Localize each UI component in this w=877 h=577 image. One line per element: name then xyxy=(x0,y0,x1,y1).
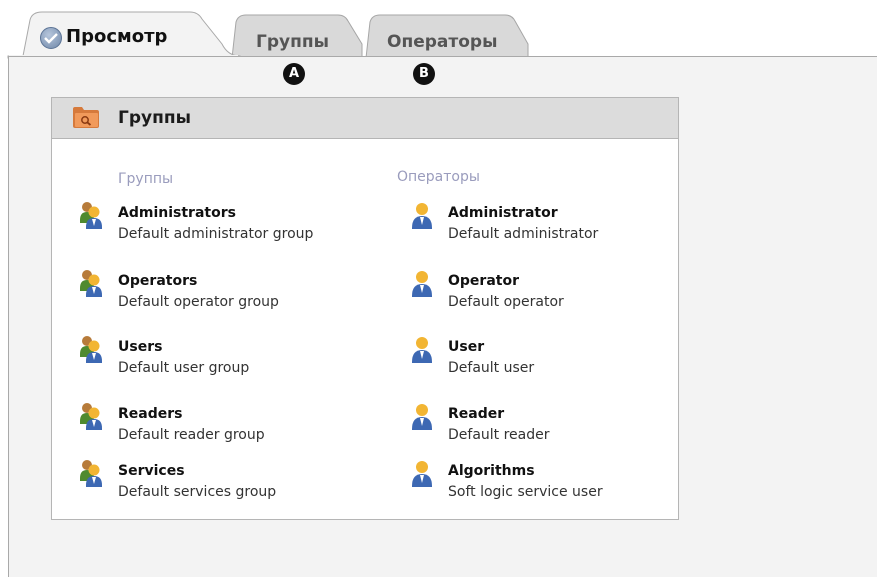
group-description: Default reader group xyxy=(118,427,265,443)
operator-description: Default operator xyxy=(448,294,564,310)
operator-description: Default reader xyxy=(448,427,550,443)
operator-name: Administrator xyxy=(448,205,558,221)
group-item[interactable]: Operators Default operator group xyxy=(78,268,338,316)
tab-groups-label: Группы xyxy=(256,32,329,52)
user-icon xyxy=(408,200,436,234)
operator-item[interactable]: Administrator Default administrator xyxy=(408,200,668,248)
group-description: Default administrator group xyxy=(118,226,314,242)
callout-badge-a: A xyxy=(283,63,305,85)
user-group-icon xyxy=(78,200,106,234)
group-item[interactable]: Readers Default reader group xyxy=(78,401,338,449)
user-icon xyxy=(408,401,436,435)
group-item[interactable]: Users Default user group xyxy=(78,334,338,382)
tab-operators-label: Операторы xyxy=(387,32,498,52)
user-group-icon xyxy=(78,334,106,368)
user-icon xyxy=(408,334,436,368)
tab-strip: Просмотр Группы Операторы xyxy=(0,0,877,59)
operator-item[interactable]: User Default user xyxy=(408,334,668,382)
group-name: Services xyxy=(118,463,185,479)
groups-column-header: Группы xyxy=(118,171,174,187)
panel-title: Группы xyxy=(118,108,191,128)
group-item[interactable]: Services Default services group xyxy=(78,458,338,506)
group-name: Users xyxy=(118,339,163,355)
group-item[interactable]: Administrators Default administrator grou… xyxy=(78,200,338,248)
groups-panel: Группы Группы Операторы Administrators De… xyxy=(51,97,679,520)
user-group-icon xyxy=(78,458,106,492)
operator-item[interactable]: Operator Default operator xyxy=(408,268,668,316)
group-name: Readers xyxy=(118,406,183,422)
operator-name: User xyxy=(448,339,485,355)
operator-name: Algorithms xyxy=(448,463,535,479)
folder-search-icon xyxy=(73,107,99,128)
tab-view-label: Просмотр xyxy=(66,26,168,47)
group-description: Default services group xyxy=(118,484,277,500)
user-icon xyxy=(408,268,436,302)
panel-header: Группы xyxy=(52,98,678,139)
operators-column-header: Операторы xyxy=(397,169,480,185)
group-description: Default operator group xyxy=(118,294,279,310)
check-circle-icon xyxy=(40,27,62,49)
operator-item[interactable]: Reader Default reader xyxy=(408,401,668,449)
operator-description: Soft logic service user xyxy=(448,484,603,500)
operator-name: Reader xyxy=(448,406,505,422)
operator-description: Default administrator xyxy=(448,226,599,242)
user-group-icon xyxy=(78,268,106,302)
callout-badge-b: B xyxy=(413,63,435,85)
user-icon xyxy=(408,458,436,492)
operator-item[interactable]: Algorithms Soft logic service user xyxy=(408,458,668,506)
group-name: Administrators xyxy=(118,205,236,221)
user-group-icon xyxy=(78,401,106,435)
operator-description: Default user xyxy=(448,360,535,376)
group-name: Operators xyxy=(118,273,198,289)
group-description: Default user group xyxy=(118,360,250,376)
operator-name: Operator xyxy=(448,273,519,289)
